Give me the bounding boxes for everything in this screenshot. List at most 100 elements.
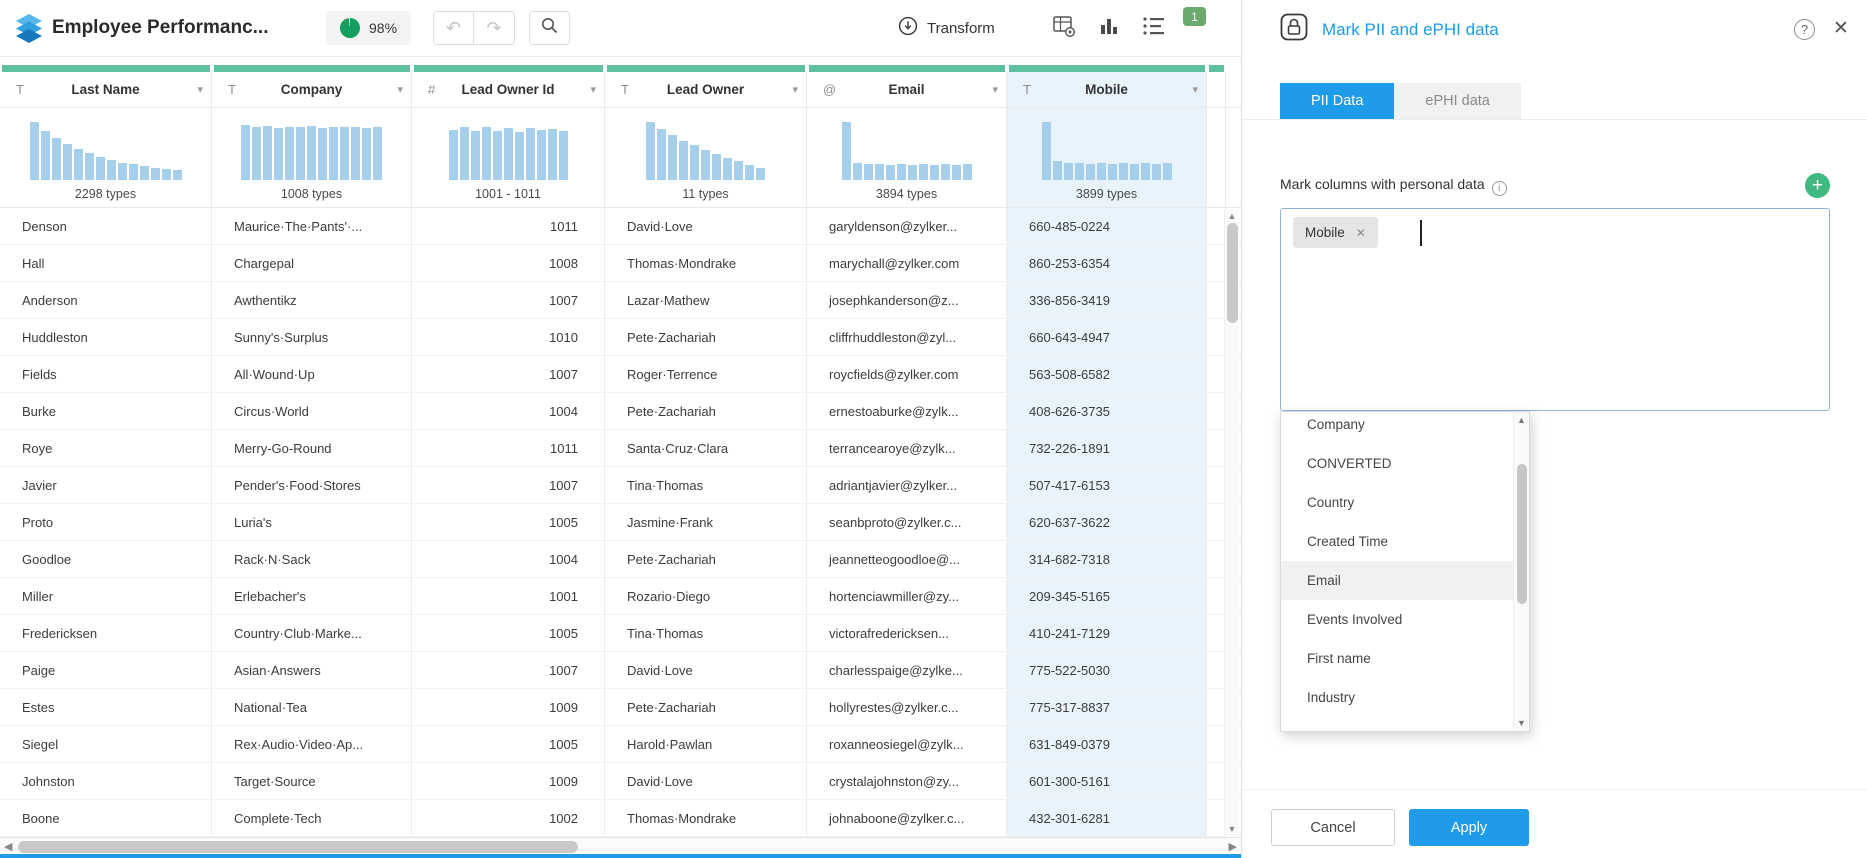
add-column-button[interactable]: +	[1805, 173, 1830, 198]
visualize-button[interactable]	[1098, 15, 1120, 42]
table-cell[interactable]: Denson	[0, 208, 212, 244]
table-cell[interactable]: Sunny's·Surplus	[212, 319, 412, 355]
table-cell[interactable]: 410-241-7129	[1007, 615, 1207, 651]
dropdown-scroll-down-icon[interactable]: ▼	[1514, 718, 1529, 728]
vertical-scroll-thumb[interactable]	[1227, 223, 1238, 323]
dropdown-item-industry[interactable]: Industry	[1281, 678, 1513, 717]
table-cell[interactable]: Harold·Pawlan	[605, 726, 807, 762]
table-cell[interactable]: Pete·Zachariah	[605, 393, 807, 429]
column-header-lead-owner[interactable]: TLead Owner▾	[605, 72, 807, 107]
histogram-bars[interactable]	[842, 118, 972, 180]
chevron-down-icon[interactable]: ▾	[590, 83, 596, 96]
table-cell[interactable]: 209-345-5165	[1007, 578, 1207, 614]
table-cell[interactable]: Rozario·Diego	[605, 578, 807, 614]
table-cell[interactable]: Tina·Thomas	[605, 615, 807, 651]
table-cell[interactable]: Pender's·Food·Stores	[212, 467, 412, 503]
table-cell[interactable]: ernestoaburke@zylk...	[807, 393, 1007, 429]
table-cell[interactable]: Roye	[0, 430, 212, 466]
data-quality-indicator[interactable]: 98%	[326, 11, 411, 45]
table-cell[interactable]: 1004	[412, 393, 605, 429]
horizontal-scrollbar[interactable]: ◀ ▶	[0, 837, 1241, 855]
histogram-bars[interactable]	[646, 118, 765, 180]
dropdown-item-first-name[interactable]: First name	[1281, 639, 1513, 678]
table-cell[interactable]: Johnston	[0, 763, 212, 799]
table-cell[interactable]: Fredericksen	[0, 615, 212, 651]
info-icon[interactable]: i	[1492, 181, 1507, 196]
table-cell[interactable]: David·Love	[605, 763, 807, 799]
dropdown-item-country[interactable]: Country	[1281, 483, 1513, 522]
table-cell[interactable]: Javier	[0, 467, 212, 503]
table-cell[interactable]: josephkanderson@z...	[807, 282, 1007, 318]
table-cell[interactable]: Fields	[0, 356, 212, 392]
column-header-mobile[interactable]: TMobile▾	[1007, 72, 1207, 107]
applied-steps-button[interactable]	[1142, 15, 1166, 42]
table-cell[interactable]: terrancearoye@zylk...	[807, 430, 1007, 466]
table-cell[interactable]: Pete·Zachariah	[605, 541, 807, 577]
table-cell[interactable]: 732-226-1891	[1007, 430, 1207, 466]
vertical-scrollbar[interactable]: ▲ ▼	[1224, 209, 1239, 837]
horizontal-scroll-thumb[interactable]	[18, 841, 578, 853]
table-cell[interactable]: Anderson	[0, 282, 212, 318]
pii-columns-input[interactable]: Mobile✕	[1280, 208, 1830, 411]
table-cell[interactable]: 1002	[412, 800, 605, 836]
table-cell[interactable]: Jasmine·Frank	[605, 504, 807, 540]
table-cell[interactable]: 1009	[412, 763, 605, 799]
table-settings-button[interactable]	[1052, 14, 1076, 43]
chevron-down-icon[interactable]: ▾	[197, 83, 203, 96]
table-cell[interactable]: 631-849-0379	[1007, 726, 1207, 762]
table-cell[interactable]: 1007	[412, 356, 605, 392]
table-cell[interactable]: Luria's	[212, 504, 412, 540]
dropdown-item-company[interactable]: Company	[1281, 411, 1513, 444]
table-cell[interactable]: David·Love	[605, 652, 807, 688]
table-cell[interactable]: hortenciawmiller@zy...	[807, 578, 1007, 614]
table-cell[interactable]: Goodloe	[0, 541, 212, 577]
table-cell[interactable]: 1009	[412, 689, 605, 725]
table-cell[interactable]: Boone	[0, 800, 212, 836]
table-cell[interactable]: 860-253-6354	[1007, 245, 1207, 281]
table-cell[interactable]: Estes	[0, 689, 212, 725]
table-cell[interactable]: Complete·Tech	[212, 800, 412, 836]
chevron-down-icon[interactable]: ▾	[792, 83, 798, 96]
table-cell[interactable]: National·Tea	[212, 689, 412, 725]
table-cell[interactable]: Roger·Terrence	[605, 356, 807, 392]
histogram-bars[interactable]	[30, 118, 182, 180]
column-header-lead-owner-id[interactable]: #Lead Owner Id▾	[412, 72, 605, 107]
column-header-last-name[interactable]: TLast Name▾	[0, 72, 212, 107]
selected-column-chip[interactable]: Mobile✕	[1293, 217, 1378, 248]
tab-ephi-data[interactable]: ePHI data	[1394, 83, 1521, 119]
chevron-down-icon[interactable]: ▾	[397, 83, 403, 96]
histogram-bars[interactable]	[449, 118, 568, 180]
dataset-title[interactable]: Employee Performanc...	[52, 17, 304, 39]
scroll-down-icon[interactable]: ▼	[1225, 824, 1239, 834]
dropdown-item-converted[interactable]: CONVERTED	[1281, 444, 1513, 483]
table-cell[interactable]: 1010	[412, 319, 605, 355]
table-cell[interactable]: 408-626-3735	[1007, 393, 1207, 429]
dropdown-scroll-up-icon[interactable]: ▲	[1514, 415, 1529, 425]
table-cell[interactable]: Burke	[0, 393, 212, 429]
table-cell[interactable]: Erlebacher's	[212, 578, 412, 614]
table-cell[interactable]: 314-682-7318	[1007, 541, 1207, 577]
table-cell[interactable]: 336-856-3419	[1007, 282, 1207, 318]
table-cell[interactable]: Pete·Zachariah	[605, 319, 807, 355]
table-cell[interactable]: All·Wound·Up	[212, 356, 412, 392]
table-cell[interactable]: Siegel	[0, 726, 212, 762]
table-cell[interactable]: Rack·N·Sack	[212, 541, 412, 577]
table-cell[interactable]: 1011	[412, 430, 605, 466]
table-cell[interactable]: 1005	[412, 726, 605, 762]
table-cell[interactable]: Miller	[0, 578, 212, 614]
table-cell[interactable]: cliffrhuddleston@zyl...	[807, 319, 1007, 355]
table-cell[interactable]: 1007	[412, 467, 605, 503]
chevron-down-icon[interactable]: ▾	[1192, 83, 1198, 96]
transform-button[interactable]: Transform	[898, 0, 995, 57]
table-cell[interactable]: 775-522-5030	[1007, 652, 1207, 688]
redo-button[interactable]: ↷	[474, 11, 515, 45]
table-cell[interactable]: charlesspaige@zylke...	[807, 652, 1007, 688]
close-icon[interactable]: ✕	[1833, 17, 1849, 40]
table-cell[interactable]: Hall	[0, 245, 212, 281]
table-cell[interactable]: 563-508-6582	[1007, 356, 1207, 392]
table-cell[interactable]: 620-637-3622	[1007, 504, 1207, 540]
dropdown-item-email[interactable]: Email	[1281, 561, 1513, 600]
table-cell[interactable]: 775-317-8837	[1007, 689, 1207, 725]
chip-remove-icon[interactable]: ✕	[1356, 226, 1366, 240]
table-cell[interactable]: 1007	[412, 652, 605, 688]
